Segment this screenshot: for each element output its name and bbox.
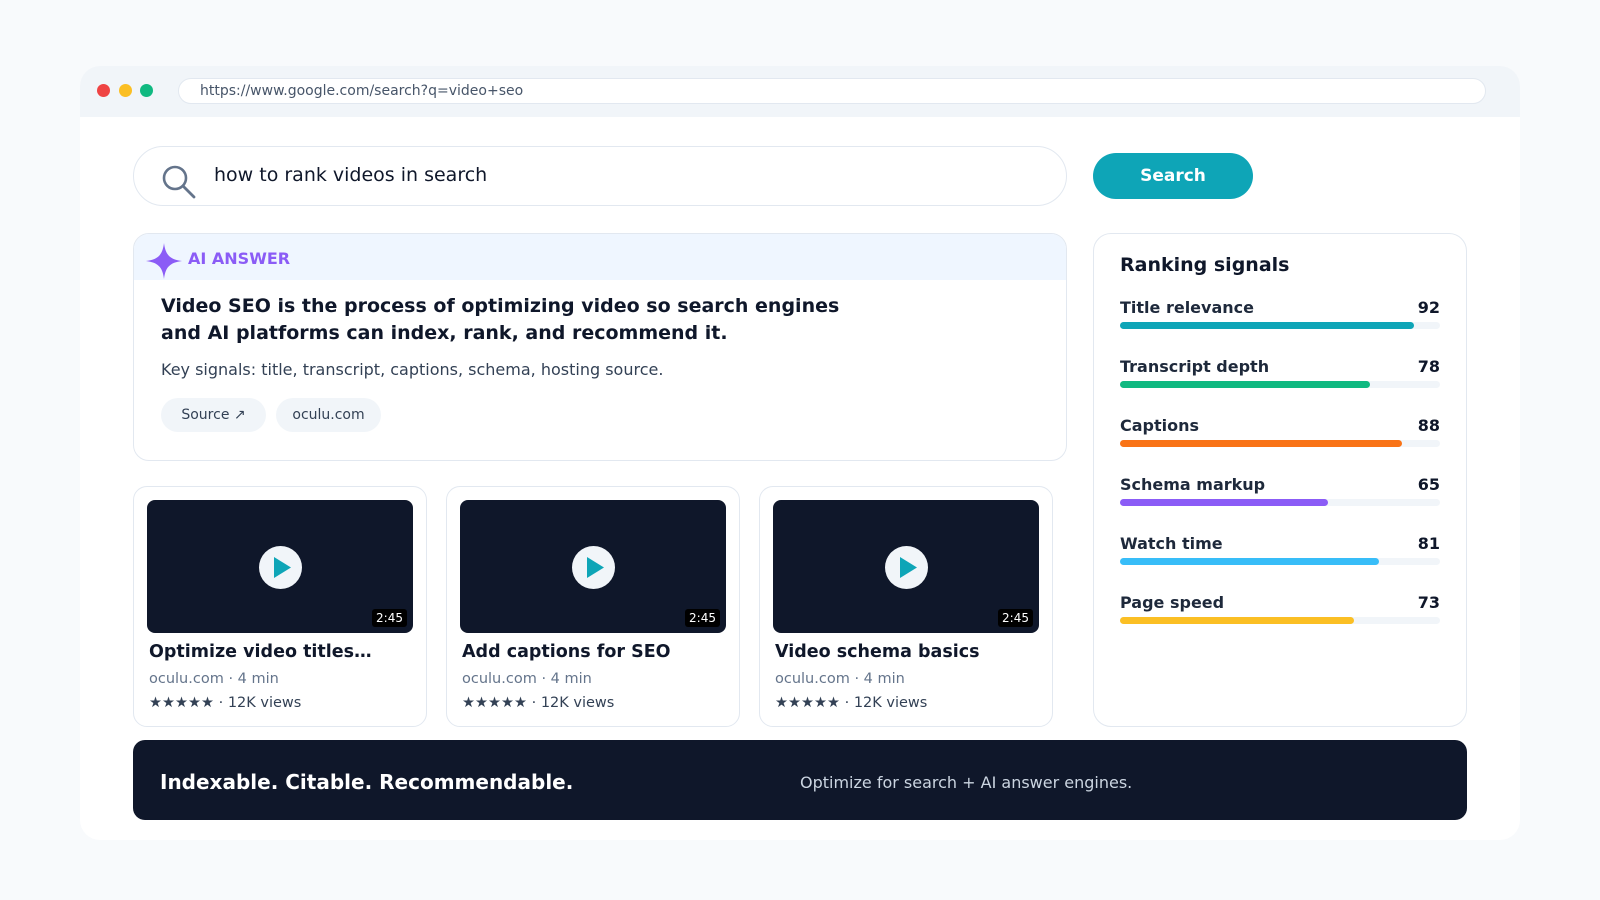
search-input[interactable]: how to rank videos in search (214, 164, 487, 186)
search-icon (160, 163, 198, 201)
video-duration: 2:45 (685, 609, 720, 627)
ranking-signal-row: Captions 88 (1120, 416, 1440, 450)
video-card[interactable]: 2:45 Optimize video titles… oculu.com · … (133, 486, 427, 727)
ranking-signal-track (1120, 499, 1440, 506)
ranking-signal-bar (1120, 440, 1402, 447)
video-meta: oculu.com · 4 min (775, 671, 905, 687)
play-icon[interactable] (572, 546, 615, 589)
ai-answer-subtext: Key signals: title, transcript, captions… (161, 360, 664, 379)
ranking-signal-score: 73 (1417, 593, 1440, 612)
video-card[interactable]: 2:45 Add captions for SEO oculu.com · 4 … (446, 486, 740, 727)
ranking-signal-label: Title relevance (1120, 298, 1254, 317)
ranking-signal-track (1120, 322, 1440, 329)
sparkle-icon (145, 242, 183, 280)
search-box[interactable]: how to rank videos in search (133, 146, 1067, 206)
video-thumbnail[interactable]: 2:45 (460, 500, 726, 633)
play-icon[interactable] (259, 546, 302, 589)
ranking-signal-bar (1120, 558, 1379, 565)
ai-answer-header: AI ANSWER (134, 234, 1066, 280)
ranking-signal-track (1120, 558, 1440, 565)
video-card[interactable]: 2:45 Video schema basics oculu.com · 4 m… (759, 486, 1053, 727)
video-stats: ★★★★★ · 12K views (775, 695, 928, 711)
browser-titlebar: https://www.google.com/search?q=video+se… (80, 66, 1520, 117)
minimize-window-button[interactable] (119, 84, 132, 97)
ranking-signal-score: 81 (1417, 534, 1440, 553)
source-chip[interactable]: Source ↗ (161, 398, 266, 432)
ranking-signal-track (1120, 440, 1440, 447)
ai-answer-headline: Video SEO is the process of optimizing v… (161, 295, 840, 344)
ai-answer-label: AI ANSWER (188, 249, 291, 268)
maximize-window-button[interactable] (140, 84, 153, 97)
video-title[interactable]: Optimize video titles… (149, 642, 372, 662)
ranking-signal-bar (1120, 322, 1414, 329)
close-window-button[interactable] (97, 84, 110, 97)
ranking-signal-row: Page speed 73 (1120, 593, 1440, 627)
ranking-signal-row: Schema markup 65 (1120, 475, 1440, 509)
ranking-signal-bar (1120, 617, 1354, 624)
ranking-signals-panel: Ranking signals Title relevance 92 Transcr… (1093, 233, 1467, 727)
ranking-signal-label: Captions (1120, 416, 1200, 435)
ranking-signal-score: 65 (1417, 475, 1440, 494)
ranking-signals-title: Ranking signals (1120, 254, 1290, 276)
ranking-signal-label: Watch time (1120, 534, 1223, 553)
ranking-signal-row: Title relevance 92 (1120, 298, 1440, 332)
play-icon[interactable] (885, 546, 928, 589)
video-meta: oculu.com · 4 min (462, 671, 592, 687)
video-meta: oculu.com · 4 min (149, 671, 279, 687)
banner-subtitle: Optimize for search + AI answer engines. (800, 773, 1133, 792)
domain-chip[interactable]: oculu.com (276, 398, 381, 432)
video-thumbnail[interactable]: 2:45 (773, 500, 1039, 633)
search-button[interactable]: Search (1093, 153, 1253, 199)
video-duration: 2:45 (998, 609, 1033, 627)
ranking-signal-score: 78 (1417, 357, 1440, 376)
video-title[interactable]: Video schema basics (775, 642, 980, 662)
ranking-signal-label: Page speed (1120, 593, 1225, 612)
ranking-signal-track (1120, 617, 1440, 624)
ranking-signal-label: Transcript depth (1120, 357, 1270, 376)
video-title[interactable]: Add captions for SEO (462, 642, 671, 662)
ranking-signal-score: 88 (1417, 416, 1440, 435)
video-duration: 2:45 (372, 609, 407, 627)
browser-window: https://www.google.com/search?q=video+se… (80, 66, 1520, 840)
ranking-signal-label: Schema markup (1120, 475, 1266, 494)
video-thumbnail[interactable]: 2:45 (147, 500, 413, 633)
ranking-signal-score: 92 (1417, 298, 1440, 317)
ranking-signal-bar (1120, 381, 1370, 388)
ranking-signal-row: Transcript depth 78 (1120, 357, 1440, 391)
ranking-signal-track (1120, 381, 1440, 388)
video-stats: ★★★★★ · 12K views (462, 695, 615, 711)
video-stats: ★★★★★ · 12K views (149, 695, 302, 711)
banner-title: Indexable. Citable. Recommendable. (160, 770, 574, 794)
ai-answer-card: AI ANSWER Video SEO is the process of op… (133, 233, 1067, 461)
ranking-signal-bar (1120, 499, 1328, 506)
promo-banner: Indexable. Citable. Recommendable. Optim… (133, 740, 1467, 820)
address-bar[interactable]: https://www.google.com/search?q=video+se… (178, 78, 1486, 104)
ranking-signal-row: Watch time 81 (1120, 534, 1440, 568)
